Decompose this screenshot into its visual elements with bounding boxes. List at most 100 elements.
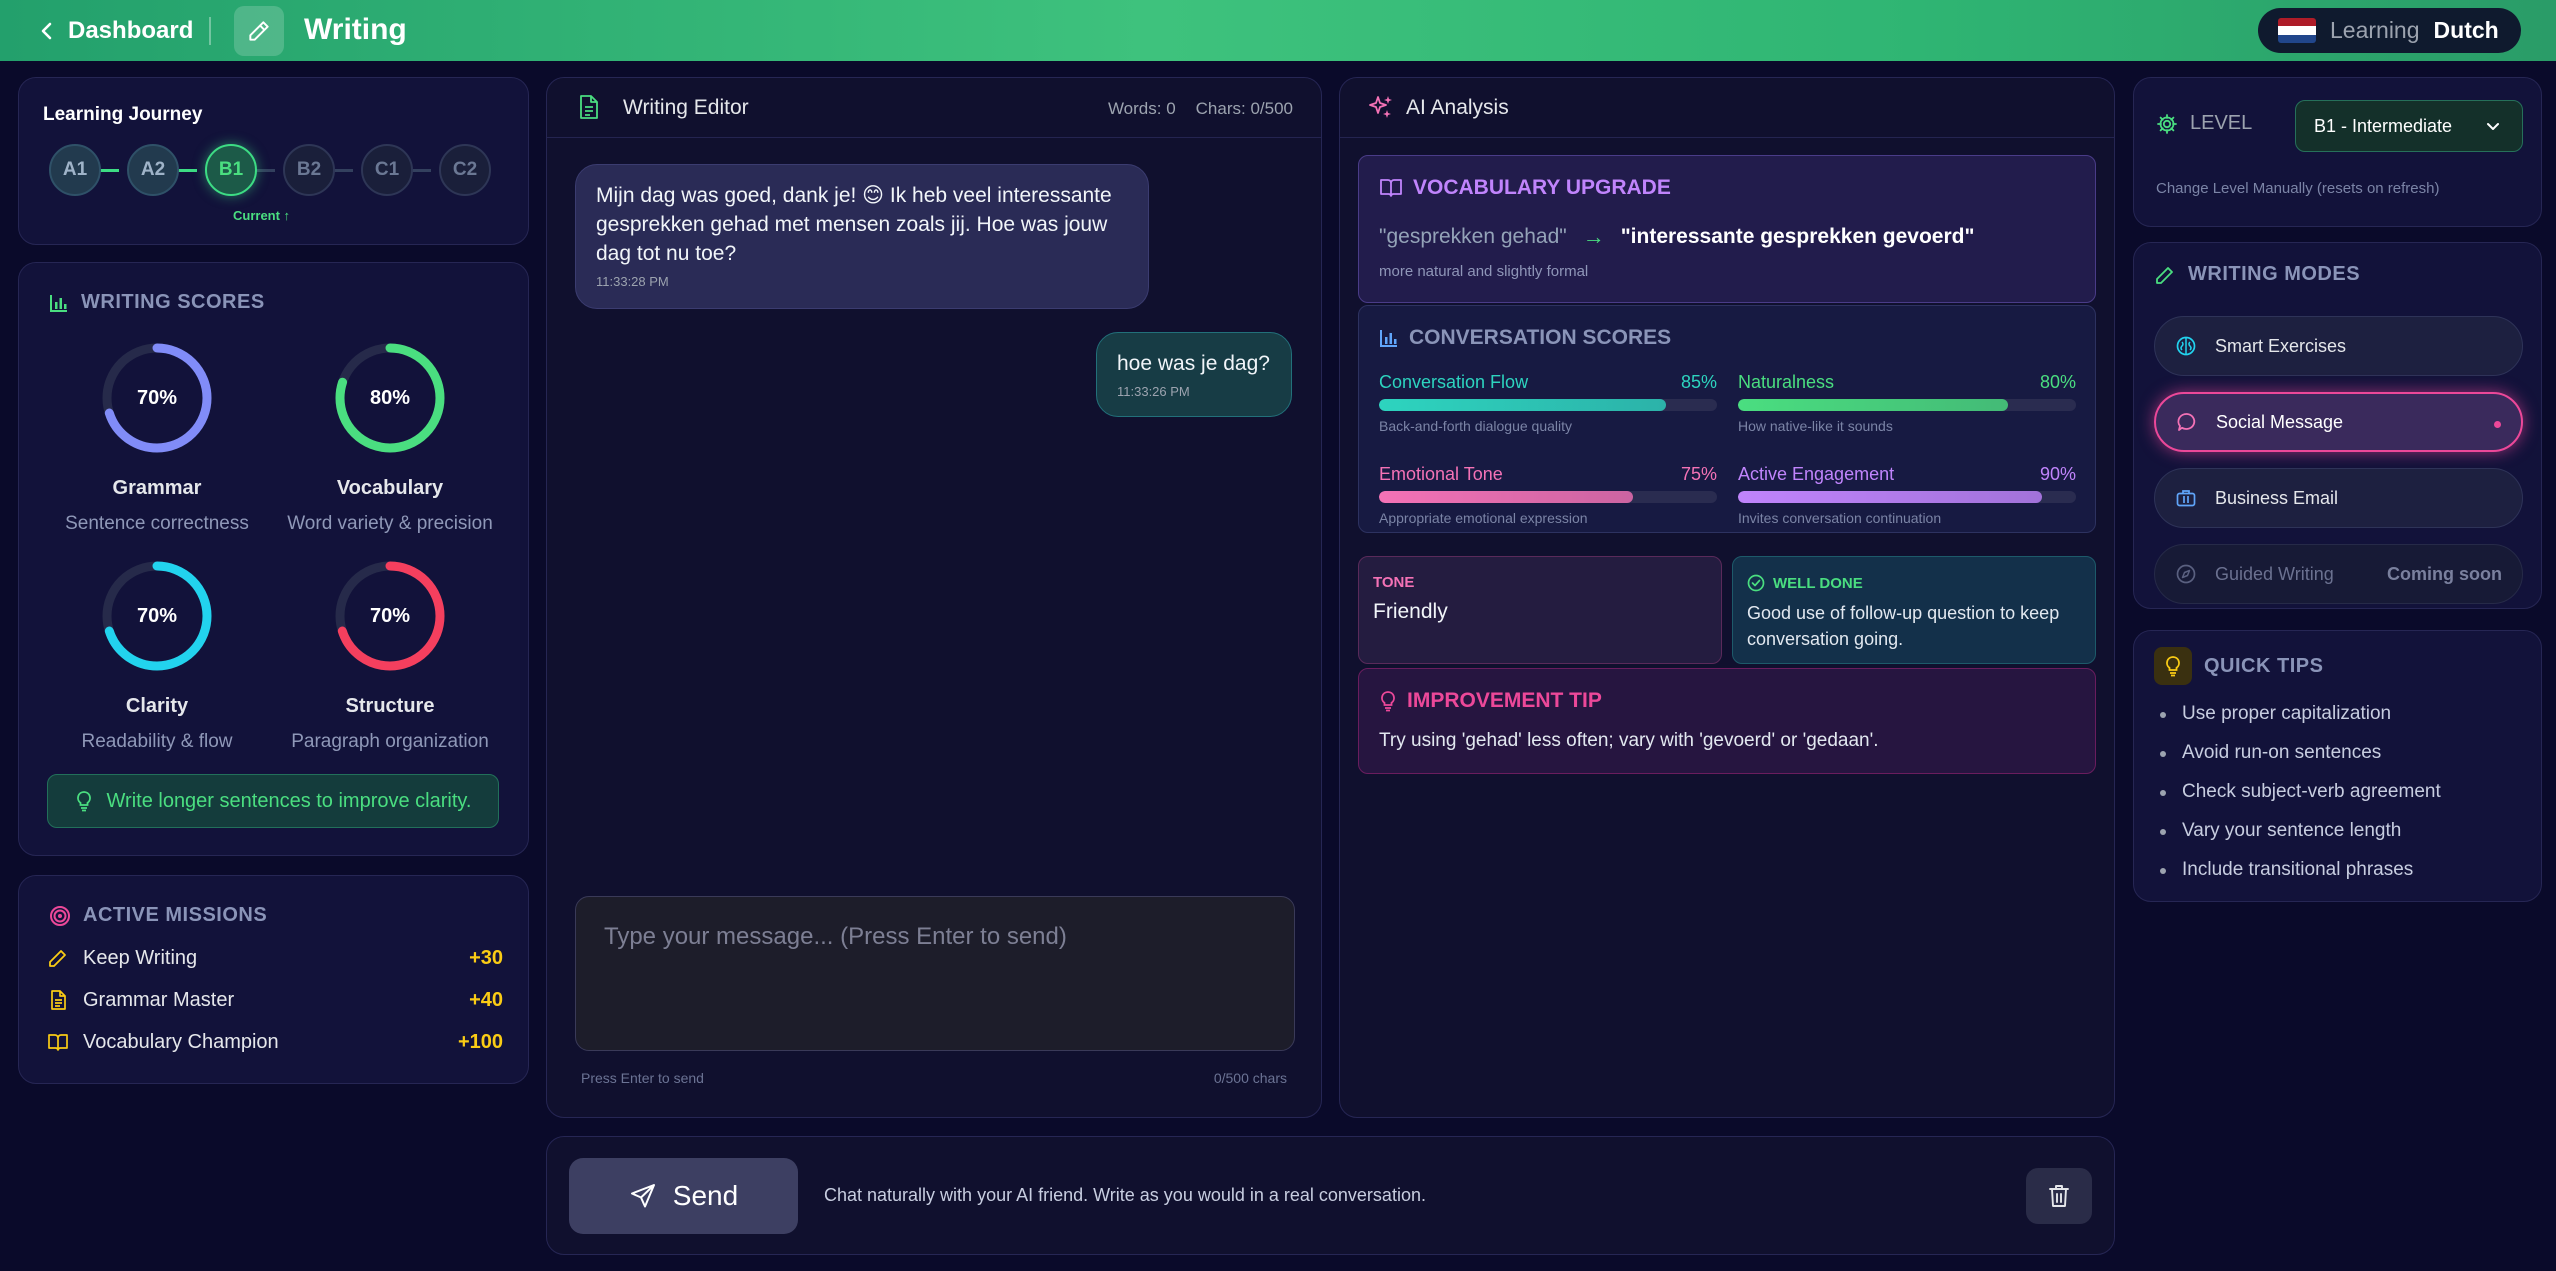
- gear-icon: [2157, 113, 2177, 134]
- pencil-icon: [234, 6, 284, 56]
- tip-item: Include transitional phrases: [2159, 859, 2414, 880]
- missions-header: ACTIVE MISSIONS: [49, 904, 267, 927]
- pencil-icon: [2156, 266, 2173, 284]
- metric-value: 80%: [2039, 372, 2076, 392]
- level-a1[interactable]: A1: [49, 144, 101, 196]
- vocabulary-suggestion: "gesprekken gehad" → "interessante gespr…: [1379, 224, 1974, 250]
- arrow-right-icon: →: [1582, 224, 1605, 249]
- mode-label: Guided Writing: [2215, 563, 2334, 584]
- mode-business-email[interactable]: Business Email: [2154, 468, 2523, 528]
- brain-icon: [2176, 336, 2196, 356]
- level-select-value: B1 - Intermediate: [2314, 115, 2453, 136]
- book-icon: [1380, 179, 1402, 197]
- level-b2[interactable]: B2: [283, 144, 335, 196]
- original-phrase: "gesprekken gehad": [1379, 225, 1567, 248]
- level-select[interactable]: B1 - Intermediate: [2295, 100, 2523, 152]
- conversation-scores-header: CONVERSATION SCORES: [1379, 326, 1671, 350]
- conversation-scores-card: CONVERSATION SCORES Conversation Flow 85%…: [1358, 305, 2096, 533]
- document-icon: [580, 95, 598, 119]
- sparkles-icon: [1369, 96, 1392, 118]
- grammar-score-name: Grammar: [112, 477, 202, 499]
- language-indicator[interactable]: Learning Dutch: [2258, 8, 2521, 53]
- mode-social-message[interactable]: Social Message: [2154, 392, 2523, 452]
- active-engagement-metric: Active Engagement 90% Invites conversatio…: [1738, 464, 2076, 526]
- metric-bar-fill: [1379, 399, 1667, 411]
- metric-desc: Invites conversation continuation: [1738, 510, 1942, 526]
- active-missions-panel: ACTIVE MISSIONS Keep Writing +30 Grammar…: [18, 875, 529, 1084]
- netherlands-flag-icon: [2278, 18, 2316, 43]
- clarity-score-desc: Readability & flow: [81, 731, 233, 752]
- lightbulb-icon: [1381, 691, 1395, 712]
- writing-modes-header: WRITING MODES: [2154, 263, 2360, 286]
- clear-chat-button[interactable]: [2026, 1168, 2092, 1224]
- level-a2[interactable]: A2: [127, 144, 179, 196]
- chevron-left-icon: [41, 22, 52, 40]
- conversation-flow-metric: Conversation Flow 85% Back-and-forth dial…: [1379, 372, 1717, 434]
- clarity-score-ring: 70%: [101, 560, 213, 672]
- coming-soon-badge: Coming soon: [2387, 564, 2502, 584]
- improvement-tip-text: Try using 'gehad' less often; vary with …: [1379, 730, 1879, 751]
- mode-label: Smart Exercises: [2215, 335, 2347, 356]
- word-count: Words: 0: [1107, 99, 1176, 118]
- metric-value: 90%: [2039, 464, 2076, 484]
- mission-label: Vocabulary Champion: [83, 1030, 279, 1053]
- level-b1[interactable]: B1: [205, 144, 257, 196]
- bar-chart-icon: [1380, 330, 1397, 347]
- editor-title: Writing Editor: [623, 96, 749, 119]
- grammar-score-value: 70%: [136, 386, 178, 409]
- level-label: LEVEL: [2156, 112, 2252, 135]
- editor-header: Writing Editor Words: 0 Chars: 0/500: [547, 78, 1321, 138]
- bar-chart-icon: [50, 294, 67, 312]
- level-c2[interactable]: C2: [439, 144, 491, 196]
- tone-label: TONE: [1373, 574, 1415, 591]
- clarity-score-value: 70%: [136, 604, 178, 627]
- structure-score-value: 70%: [369, 604, 411, 627]
- mission-item[interactable]: Vocabulary Champion +100: [47, 1027, 503, 1057]
- well-done-card: WELL DONE Good use of follow-up question…: [1732, 556, 2096, 664]
- mission-item[interactable]: Grammar Master +40: [47, 985, 503, 1015]
- back-to-dashboard-button[interactable]: Dashboard: [40, 14, 193, 48]
- vocabulary-note: more natural and slightly formal: [1379, 263, 1589, 280]
- compass-icon: [2176, 564, 2196, 584]
- metric-value: 75%: [1680, 464, 1717, 484]
- vocabulary-score-ring: 80%: [334, 342, 446, 454]
- ai-message-text: Mijn dag was goed, dank je! 😊 Ik heb vee…: [596, 184, 1112, 265]
- grammar-score-desc: Sentence correctness: [65, 513, 249, 534]
- mission-item[interactable]: Keep Writing +30: [47, 943, 503, 973]
- send-button[interactable]: Send: [569, 1158, 798, 1234]
- metric-name: Naturalness: [1738, 372, 1835, 392]
- char-limit-hint: 0/500 chars: [1213, 1070, 1287, 1086]
- check-circle-icon: [1747, 574, 1765, 592]
- quick-tips-panel: QUICK TIPS Use proper capitalization Avo…: [2133, 630, 2542, 902]
- lightbulb-icon: [76, 791, 91, 812]
- structure-score-desc: Paragraph organization: [291, 731, 489, 752]
- level-c1[interactable]: C1: [361, 144, 413, 196]
- improvement-tip-header: IMPROVEMENT TIP: [1379, 689, 1602, 713]
- structure-score-ring: 70%: [334, 560, 446, 672]
- writing-scores-panel: WRITING SCORES 70% Grammar Sentence corr…: [18, 262, 529, 856]
- tip-item: Avoid run-on sentences: [2159, 742, 2382, 763]
- mission-points: +40: [469, 988, 503, 1011]
- tone-value: Friendly: [1373, 600, 1448, 623]
- active-indicator: [2494, 421, 2501, 428]
- score-tip: Write longer sentences to improve clarit…: [47, 774, 499, 828]
- lightbulb-icon: [2154, 647, 2192, 685]
- structure-score-name: Structure: [345, 695, 435, 717]
- vocabulary-upgrade-header: VOCABULARY UPGRADE: [1379, 176, 1671, 200]
- vocabulary-score-desc: Word variety & precision: [287, 513, 493, 534]
- analysis-title: AI Analysis: [1406, 96, 1509, 119]
- message-input[interactable]: [575, 896, 1295, 1051]
- send-hint: Press Enter to send: [581, 1070, 704, 1086]
- metric-desc: How native-like it sounds: [1738, 418, 1893, 434]
- message-timestamp: 11:33:28 PM: [596, 274, 669, 289]
- document-icon: [51, 990, 66, 1010]
- naturalness-metric: Naturalness 80% How native-like it sounds: [1738, 372, 2076, 434]
- emotional-tone-metric: Emotional Tone 75% Appropriate emotional …: [1379, 464, 1717, 526]
- metric-value: 85%: [1680, 372, 1717, 392]
- improvement-tip-card: IMPROVEMENT TIP Try using 'gehad' less o…: [1358, 668, 2096, 774]
- mode-smart-exercises[interactable]: Smart Exercises: [2154, 316, 2523, 376]
- action-bar: Send Chat naturally with your AI friend.…: [546, 1136, 2115, 1255]
- well-done-label: WELL DONE: [1773, 574, 1863, 592]
- level-panel: LEVEL B1 - Intermediate Change Level Man…: [2133, 77, 2542, 227]
- mission-points: +100: [457, 1030, 503, 1053]
